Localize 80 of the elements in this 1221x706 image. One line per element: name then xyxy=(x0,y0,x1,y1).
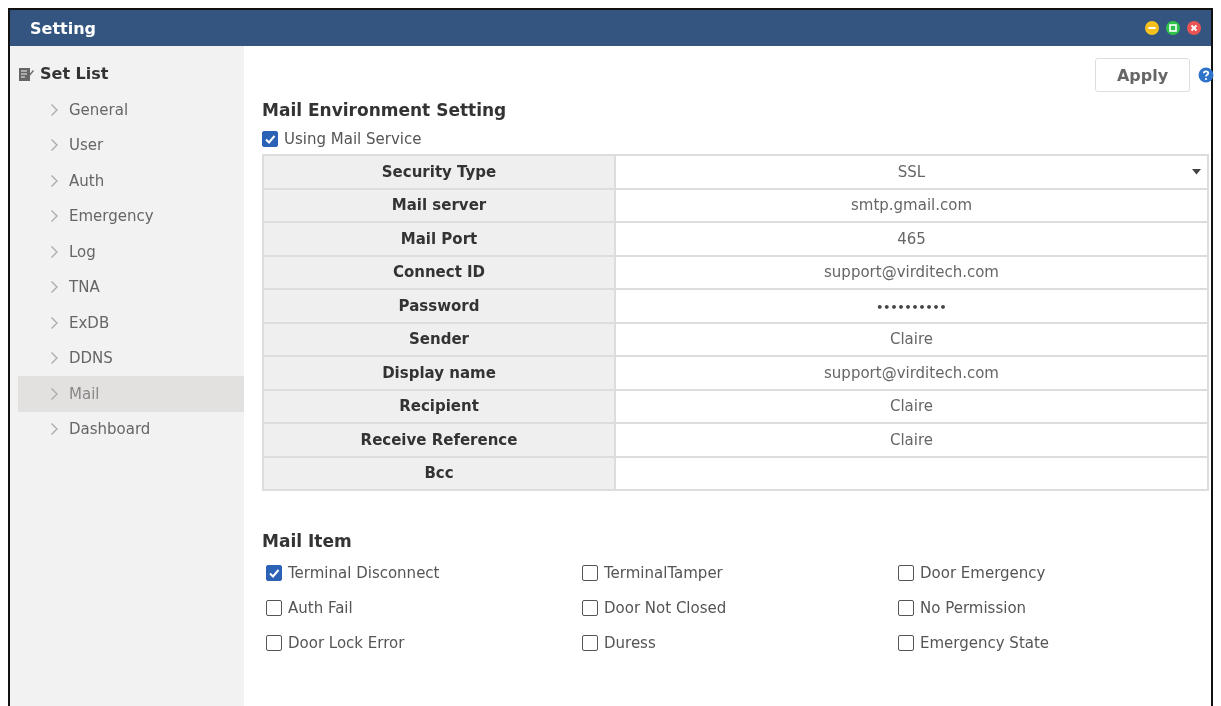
field-label: Sender xyxy=(263,322,615,356)
sidebar-item[interactable]: ExDB xyxy=(18,305,244,341)
chevron-icon xyxy=(50,315,59,330)
checkbox-label: Door Not Closed xyxy=(604,598,727,617)
section-title: Mail Item xyxy=(262,531,353,553)
checkbox[interactable] xyxy=(582,634,598,651)
checkbox[interactable] xyxy=(266,564,282,581)
chevron-icon xyxy=(50,386,59,401)
checkbox-label: TerminalTamper xyxy=(604,563,723,582)
input-field[interactable]: support@virditech.com xyxy=(615,255,1208,289)
sidebar-item[interactable]: User xyxy=(18,127,244,163)
sidebar-label: User xyxy=(69,136,104,155)
chevron-icon xyxy=(50,351,59,366)
section-title: Mail Environment Setting xyxy=(262,100,508,122)
checkbox-label: Door Emergency xyxy=(920,563,1046,582)
maximize-button[interactable] xyxy=(1166,21,1180,35)
checkbox[interactable] xyxy=(898,564,914,581)
input-field[interactable]: smtp.gmail.com xyxy=(615,188,1208,222)
field-label: Receive Reference xyxy=(263,423,615,457)
caret-icon xyxy=(1192,169,1201,175)
chevron-icon xyxy=(50,280,59,295)
edit-icon xyxy=(18,65,34,82)
window-title: Setting xyxy=(30,18,97,38)
chevron-icon xyxy=(50,173,59,188)
chevron-icon xyxy=(50,102,59,117)
sidebar-label: Emergency xyxy=(69,207,154,226)
checkbox[interactable] xyxy=(898,634,914,651)
checkbox-label: Using Mail Service xyxy=(284,130,422,148)
sidebar-label: ExDB xyxy=(69,313,110,332)
chevron-icon xyxy=(50,244,59,259)
sidebar-label: Mail xyxy=(69,384,100,403)
field-label: Recipient xyxy=(263,389,615,423)
field-label: Display name xyxy=(263,356,615,390)
field-label: Mail Port xyxy=(263,222,615,256)
sidebar-label: General xyxy=(69,100,129,119)
chevron-icon xyxy=(50,422,59,437)
input-field[interactable]: support@virditech.com xyxy=(615,356,1208,390)
sidebar-item[interactable]: Emergency xyxy=(18,198,244,234)
sidebar-item[interactable]: DDNS xyxy=(18,340,244,376)
checkbox[interactable] xyxy=(582,564,598,581)
input-field[interactable]: •••••••••• xyxy=(615,289,1208,323)
field-label: Password xyxy=(263,289,615,323)
chevron-icon xyxy=(50,138,59,153)
input-field[interactable]: Claire xyxy=(615,389,1208,423)
apply-button[interactable]: Apply xyxy=(1095,58,1190,92)
sidebar-item[interactable]: Dashboard xyxy=(18,411,244,447)
sidebar-label: Auth xyxy=(69,171,105,190)
field-label: Connect ID xyxy=(263,255,615,289)
checkbox-label: Auth Fail xyxy=(288,598,353,617)
checkbox-label: Terminal Disconnect xyxy=(288,563,440,582)
sidebar-label: DDNS xyxy=(69,349,113,368)
sidebar-item[interactable]: TNA xyxy=(18,269,244,305)
field-label: Security Type xyxy=(263,155,615,189)
field-label: Mail server xyxy=(263,188,615,222)
checkbox[interactable] xyxy=(266,634,282,651)
checkbox[interactable] xyxy=(266,599,282,616)
close-button[interactable] xyxy=(1187,21,1201,35)
sidebar-title: Set List xyxy=(40,64,109,83)
sidebar-label: TNA xyxy=(69,278,100,297)
input-field[interactable]: 465 xyxy=(615,222,1208,256)
checkbox[interactable] xyxy=(262,131,278,147)
chevron-icon xyxy=(50,209,59,224)
sidebar-item[interactable]: Auth xyxy=(18,163,244,199)
checkbox-label: Duress xyxy=(604,633,656,652)
sidebar-label: Dashboard xyxy=(69,420,151,439)
checkbox-label: No Permission xyxy=(920,598,1027,617)
checkbox-label: Door Lock Error xyxy=(288,633,405,652)
select-field[interactable]: SSL xyxy=(615,155,1208,189)
sidebar-item[interactable]: Log xyxy=(18,234,244,270)
input-field[interactable]: Claire xyxy=(615,322,1208,356)
minimize-button[interactable] xyxy=(1145,21,1159,35)
help-icon[interactable] xyxy=(1198,67,1214,83)
checkbox[interactable] xyxy=(582,599,598,616)
sidebar-item[interactable]: General xyxy=(18,92,244,128)
input-field[interactable]: Claire xyxy=(615,423,1208,457)
input-field[interactable] xyxy=(615,456,1208,490)
checkbox-label: Emergency State xyxy=(920,633,1050,652)
sidebar-label: Log xyxy=(69,242,96,261)
checkbox[interactable] xyxy=(898,599,914,616)
field-label: Bcc xyxy=(263,456,615,490)
